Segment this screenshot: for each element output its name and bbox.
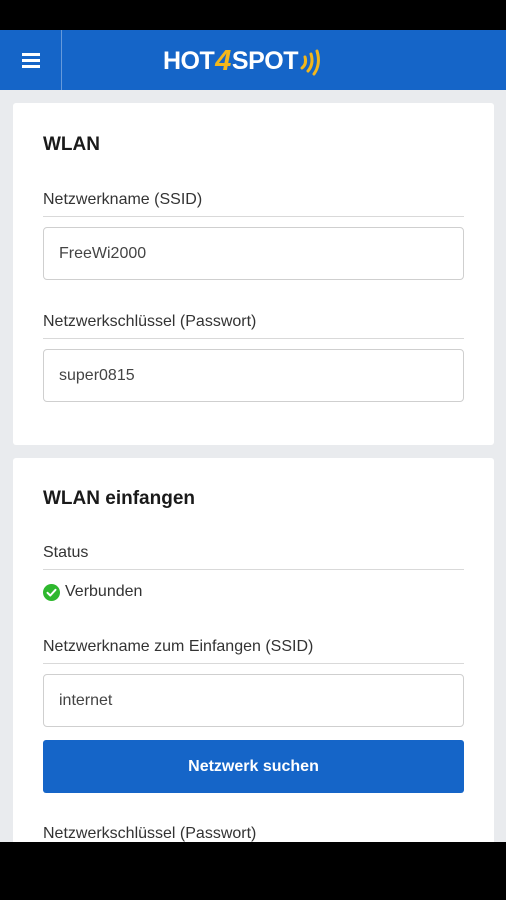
ssid-divider <box>43 216 464 217</box>
status-divider <box>43 569 464 570</box>
check-circle-icon <box>43 583 60 601</box>
logo-prefix: HOT <box>163 46 215 75</box>
signal-waves-icon <box>300 49 320 76</box>
capture-ssid-input[interactable] <box>43 674 464 727</box>
app-bar: HOT 4 SPOT <box>0 30 506 90</box>
status-indicator: Verbunden <box>43 583 142 601</box>
wlan-card: WLAN Netzwerkname (SSID) Netzwerkschlüss… <box>13 103 494 445</box>
password-input[interactable] <box>43 349 464 402</box>
system-status-bar <box>0 0 506 30</box>
ssid-label: Netzwerkname (SSID) <box>43 191 203 208</box>
status-label: Status <box>43 544 89 561</box>
status-value: Verbunden <box>65 583 143 600</box>
system-navigation-bar <box>0 842 506 900</box>
menu-button[interactable] <box>0 30 62 90</box>
wlan-card-title: WLAN <box>43 134 100 155</box>
hamburger-menu-icon <box>21 52 40 68</box>
capture-ssid-divider <box>43 663 464 664</box>
app-logo: HOT 4 SPOT <box>163 44 323 78</box>
search-network-button[interactable]: Netzwerk suchen <box>43 740 464 793</box>
main-content[interactable]: WLAN Netzwerkname (SSID) Netzwerkschlüss… <box>0 90 506 842</box>
wlan-capture-card: WLAN einfangen Status Verbunden Netzwerk… <box>13 458 494 842</box>
password-label: Netzwerkschlüssel (Passwort) <box>43 313 257 330</box>
capture-ssid-label: Netzwerkname zum Einfangen (SSID) <box>43 638 314 655</box>
logo-suffix: SPOT <box>231 46 299 75</box>
ssid-input[interactable] <box>43 227 464 280</box>
logo-digit: 4 <box>215 44 231 77</box>
capture-password-label: Netzwerkschlüssel (Passwort) <box>43 825 257 842</box>
password-divider <box>43 338 464 339</box>
wlan-capture-title: WLAN einfangen <box>43 488 195 509</box>
